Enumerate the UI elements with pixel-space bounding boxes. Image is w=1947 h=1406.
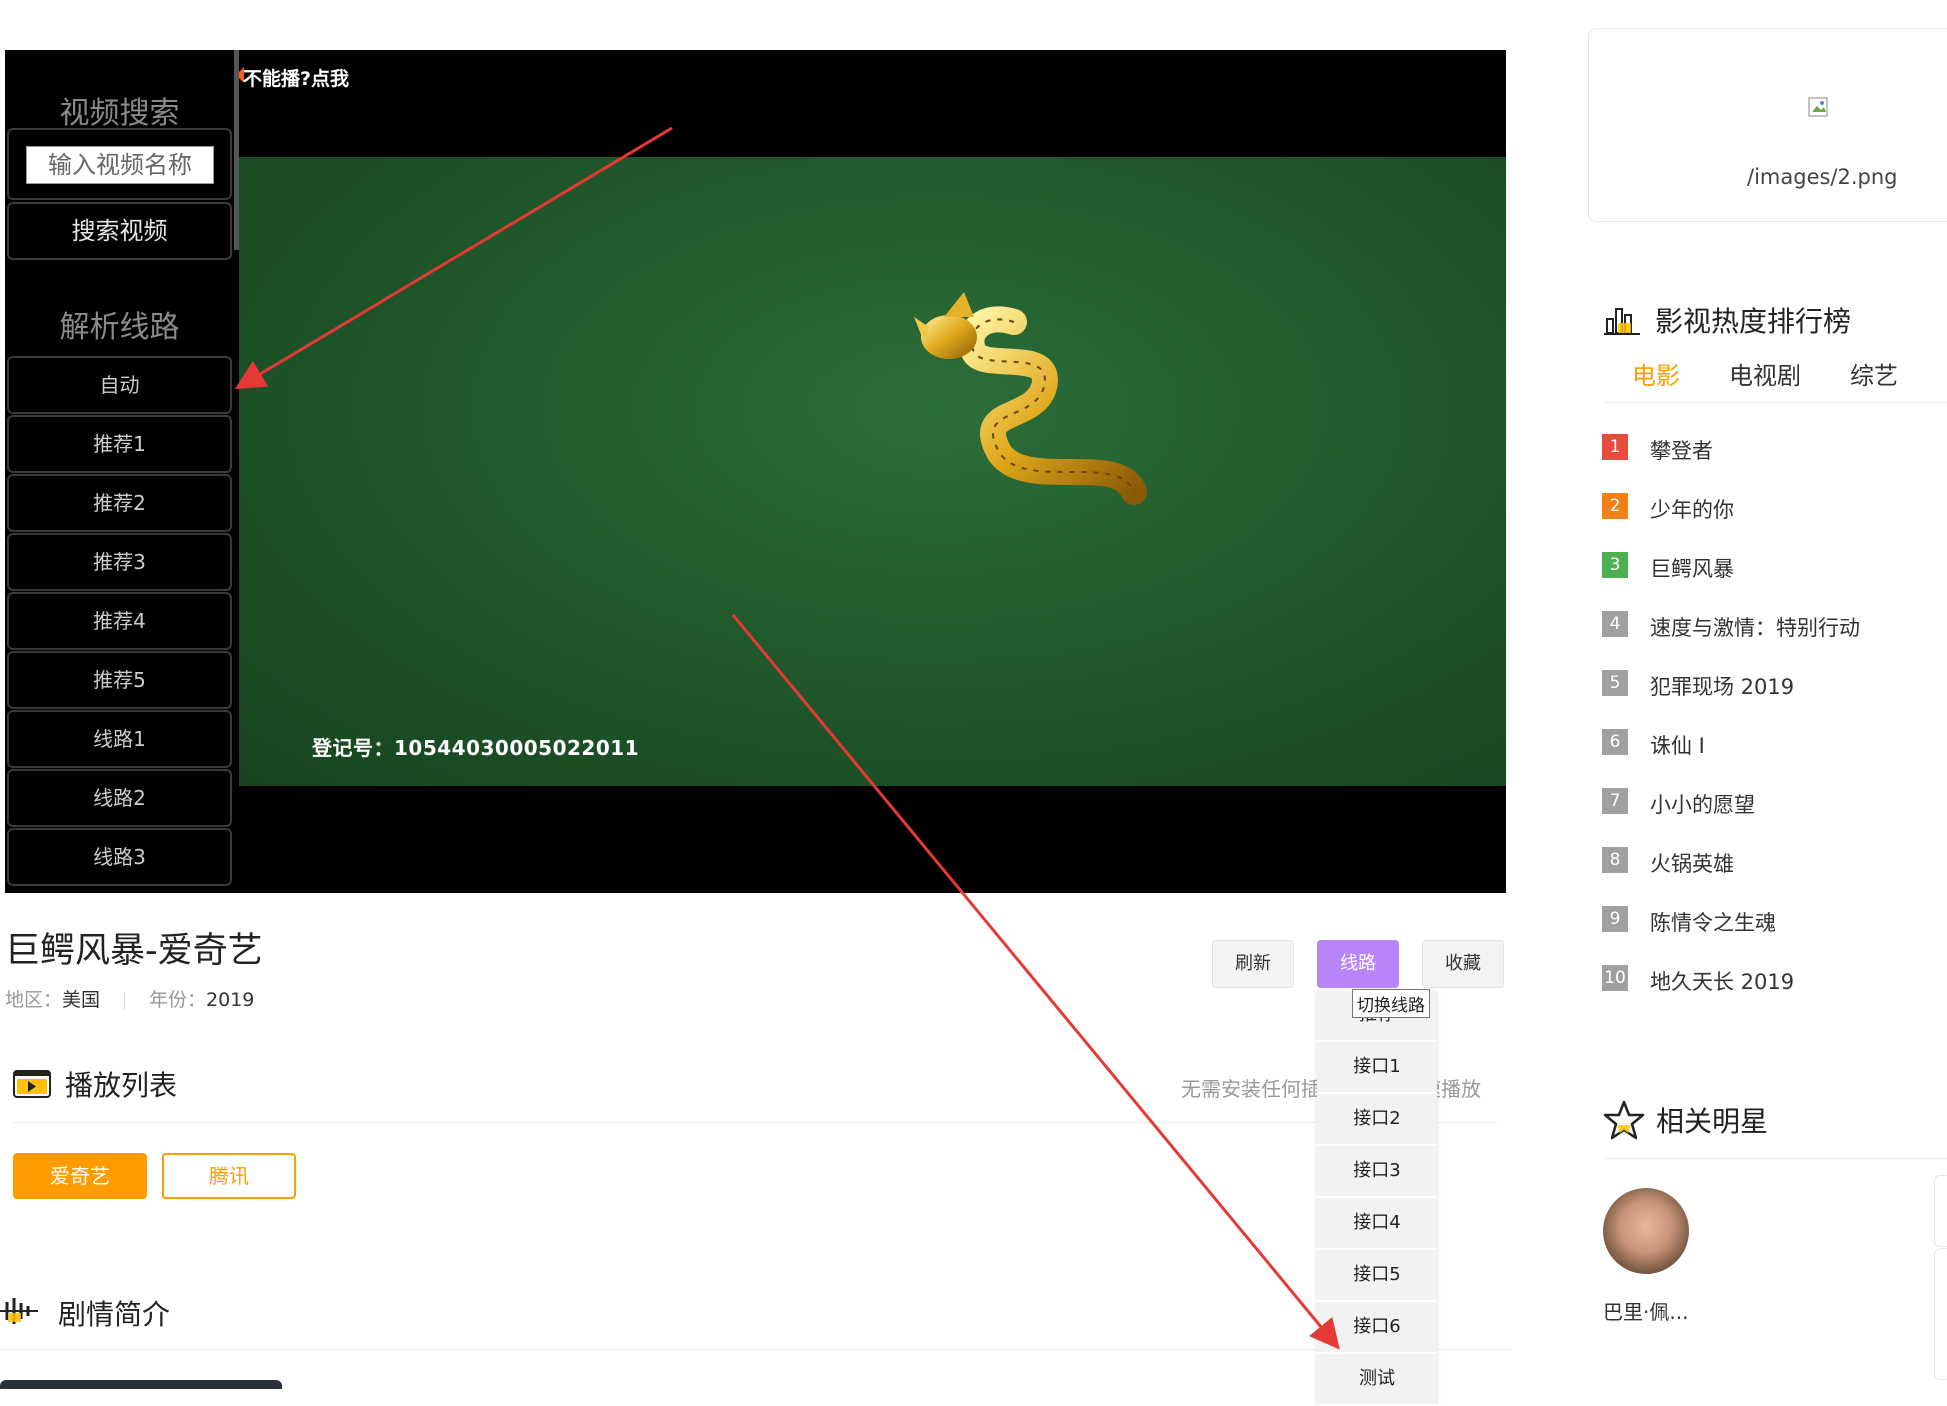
ranking-item-title[interactable]: 诛仙 Ⅰ — [1650, 730, 1705, 760]
route-item[interactable]: 推荐4 — [7, 592, 232, 650]
favorite-button[interactable]: 收藏 — [1422, 940, 1504, 988]
divider — [1604, 402, 1947, 403]
registration-number: 登记号：10544030005022011 — [312, 736, 640, 760]
route-item[interactable]: 自动 — [7, 356, 232, 414]
divider — [13, 1122, 1498, 1123]
tab-variety[interactable]: 综艺 — [1850, 356, 1898, 391]
star-name[interactable]: 巴里·佩... — [1603, 1296, 1688, 1325]
year-label: 年份： — [149, 989, 207, 1011]
route-menu-item[interactable]: 接口6 — [1317, 1302, 1437, 1354]
dragon-film-logo-icon — [914, 292, 1147, 505]
rank-badge: 5 — [1602, 670, 1628, 696]
search-input-wrapper: 输入视频名称 — [7, 128, 232, 200]
cant-play-link[interactable]: 不能播?点我 — [243, 64, 349, 91]
side-card-edge — [1934, 1175, 1947, 1247]
route-tooltip: 切换线路 — [1352, 989, 1430, 1018]
search-video-button[interactable]: 搜索视频 — [7, 202, 232, 260]
side-card-edge — [1934, 1248, 1947, 1380]
ranking-item-title[interactable]: 地久天长 2019 — [1650, 966, 1794, 996]
route-dropdown-menu: 推荐 接口1 接口2 接口3 接口4 接口5 接口6 测试 — [1317, 990, 1437, 1406]
route-item[interactable]: 推荐2 — [7, 474, 232, 532]
ranking-title: 影视热度排行榜 — [1655, 305, 1852, 338]
source-iqiyi-button[interactable]: 爱奇艺 — [13, 1153, 147, 1199]
route-menu-item[interactable]: 接口1 — [1317, 1042, 1437, 1094]
rank-badge: 7 — [1602, 788, 1628, 814]
ranking-item-title[interactable]: 攀登者 — [1650, 435, 1713, 465]
source-tencent-button[interactable]: 腾讯 — [162, 1153, 296, 1199]
divider — [1604, 1158, 1947, 1159]
region-label: 地区： — [5, 989, 63, 1011]
sidebar-scrollbar[interactable] — [234, 50, 239, 250]
video-frame[interactable]: 登记号：10544030005022011 — [239, 157, 1506, 786]
region-value: 美国 — [62, 989, 101, 1011]
route-item[interactable]: 推荐3 — [7, 533, 232, 591]
ranking-item-title[interactable]: 少年的你 — [1650, 494, 1734, 524]
route-menu-item[interactable]: 接口2 — [1317, 1094, 1437, 1146]
playlist-icon — [13, 1070, 51, 1098]
divider — [0, 1349, 1512, 1350]
rank-badge: 3 — [1602, 552, 1628, 578]
year-value: 2019 — [206, 989, 255, 1011]
playlist-title: 播放列表 — [65, 1069, 178, 1102]
plot-audio-icon — [0, 1298, 38, 1324]
avatar[interactable] — [1603, 1188, 1689, 1274]
rank-badge: 9 — [1602, 906, 1628, 932]
route-item[interactable]: 推荐1 — [7, 415, 232, 473]
ad-banner[interactable] — [1588, 28, 1947, 222]
broken-image-icon — [1808, 97, 1828, 117]
route-menu-item[interactable]: 接口5 — [1317, 1250, 1437, 1302]
search-section-title: 视频搜索 — [59, 96, 180, 131]
related-stars-title: 相关明星 — [1656, 1105, 1769, 1138]
plot-title: 剧情简介 — [58, 1298, 171, 1331]
tab-tv-series[interactable]: 电视剧 — [1729, 356, 1801, 391]
movie-title: 巨鳄风暴-爱奇艺 — [5, 931, 263, 971]
routes-section-title: 解析线路 — [59, 310, 180, 345]
route-item[interactable]: 线路2 — [7, 769, 232, 827]
video-player[interactable]: 登记号：10544030005022011 不能播?点我 视频搜索 输入视频名称… — [5, 50, 1506, 893]
tab-movie[interactable]: 电影 — [1632, 356, 1680, 391]
route-menu-item[interactable]: 接口3 — [1317, 1146, 1437, 1198]
star-icon — [1603, 1100, 1645, 1140]
ranking-item-title[interactable]: 犯罪现场 2019 — [1650, 671, 1794, 701]
rank-badge: 4 — [1602, 611, 1628, 637]
movie-meta: 地区：美国 年份：2019 — [5, 985, 254, 1012]
route-menu-item[interactable]: 测试 — [1317, 1354, 1437, 1406]
ranking-item-title[interactable]: 速度与激情：特别行动 — [1650, 612, 1860, 642]
plot-thumbnail — [0, 1380, 282, 1389]
bar-chart-icon — [1604, 308, 1640, 335]
ad-image-alt-text: /images/2.png — [1747, 165, 1898, 189]
rank-badge: 1 — [1602, 434, 1628, 460]
rank-badge: 8 — [1602, 847, 1628, 873]
rank-badge: 2 — [1602, 493, 1628, 519]
ranking-item-title[interactable]: 火锅英雄 — [1650, 848, 1734, 878]
route-button[interactable]: 线路 — [1317, 940, 1399, 988]
rank-badge: 6 — [1602, 729, 1628, 755]
player-sidebar: 视频搜索 输入视频名称 搜索视频 解析线路 自动 推荐1 推荐2 推荐3 推荐4… — [5, 50, 234, 893]
route-item[interactable]: 推荐5 — [7, 651, 232, 709]
route-item[interactable]: 线路1 — [7, 710, 232, 768]
refresh-button[interactable]: 刷新 — [1212, 940, 1294, 988]
rank-badge: 10 — [1602, 965, 1628, 991]
ranking-item-title[interactable]: 陈情令之生魂 — [1650, 907, 1776, 937]
ranking-item-title[interactable]: 巨鳄风暴 — [1650, 553, 1734, 583]
route-menu-item[interactable]: 接口4 — [1317, 1198, 1437, 1250]
ranking-item-title[interactable]: 小小的愿望 — [1650, 789, 1755, 819]
meta-divider — [124, 991, 126, 1010]
route-item[interactable]: 线路3 — [7, 828, 232, 886]
video-search-input[interactable]: 输入视频名称 — [26, 146, 214, 184]
